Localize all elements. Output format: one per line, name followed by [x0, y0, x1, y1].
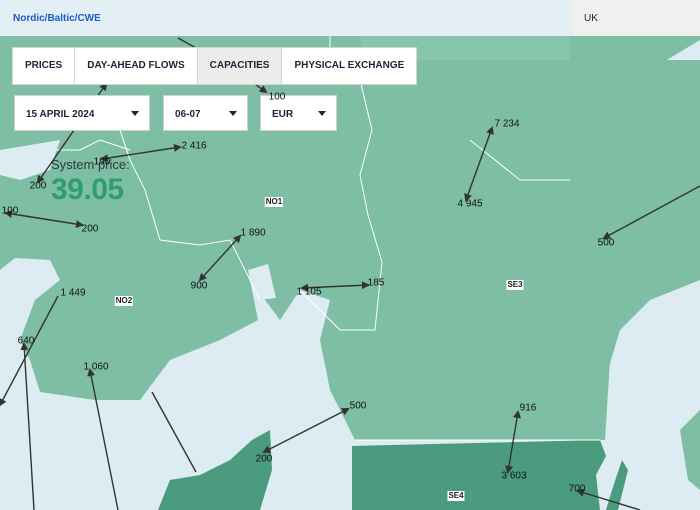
chevron-down-icon: [131, 111, 139, 116]
capacity-label: 2 416: [181, 140, 207, 152]
chevron-down-icon: [229, 111, 237, 116]
land-island-right: [680, 410, 700, 490]
hour-value: 06-07: [175, 109, 201, 120]
capacity-label: 1 449: [60, 287, 86, 299]
view-tabs: PRICES DAY-AHEAD FLOWS CAPACITIES PHYSIC…: [12, 47, 418, 85]
capacity-label: 3 603: [501, 470, 527, 482]
zone-label-no1[interactable]: NO1: [264, 197, 284, 207]
capacity-label: 900: [190, 280, 208, 292]
capacity-label: 100: [268, 91, 286, 103]
capacity-label: 1 105: [296, 286, 322, 298]
land-se4: [352, 440, 606, 510]
capacity-label: 100: [1, 205, 19, 217]
uk-label: UK: [584, 13, 598, 24]
uk-button[interactable]: UK: [572, 0, 700, 36]
land-denmark: [158, 430, 272, 510]
zone-label-se4[interactable]: SE4: [447, 491, 465, 501]
capacity-label: 640: [17, 335, 35, 347]
capacity-label: 185: [367, 277, 385, 289]
capacity-label: 200: [81, 223, 99, 235]
capacity-label: 190: [93, 156, 111, 168]
capacity-label: 700: [568, 483, 586, 495]
date-select[interactable]: 15 APRIL 2024: [14, 95, 150, 131]
capacity-label: 7 234: [494, 118, 520, 130]
currency-value: EUR: [272, 109, 294, 120]
capacity-label: 200: [29, 180, 47, 192]
capacity-label: 1 060: [83, 361, 109, 373]
capacity-label: 916: [519, 402, 537, 414]
tab-day-ahead-flows[interactable]: DAY-AHEAD FLOWS: [75, 48, 198, 84]
zone-label-se3[interactable]: SE3: [506, 280, 524, 290]
capacity-label: 1 890: [240, 227, 266, 239]
capacity-label: 500: [597, 237, 615, 249]
zone-label-no2[interactable]: NO2: [114, 296, 134, 306]
chevron-down-icon: [318, 111, 326, 116]
capacity-label: 500: [349, 400, 367, 412]
tab-capacities[interactable]: CAPACITIES: [197, 48, 283, 84]
region-link[interactable]: Nordic/Baltic/CWE: [13, 13, 101, 24]
system-price-label: System price:: [51, 157, 130, 172]
hour-select[interactable]: 06-07: [163, 95, 248, 131]
capacity-label: 4 945: [457, 198, 483, 210]
tab-prices[interactable]: PRICES: [13, 48, 76, 84]
tab-physical-exchange[interactable]: PHYSICAL EXCHANGE: [282, 48, 416, 84]
system-price-value: 39.05: [51, 173, 124, 206]
capacity-label: 200: [255, 453, 273, 465]
top-bar: Nordic/Baltic/CWE UK: [0, 0, 700, 36]
date-value: 15 APRIL 2024: [26, 109, 95, 120]
